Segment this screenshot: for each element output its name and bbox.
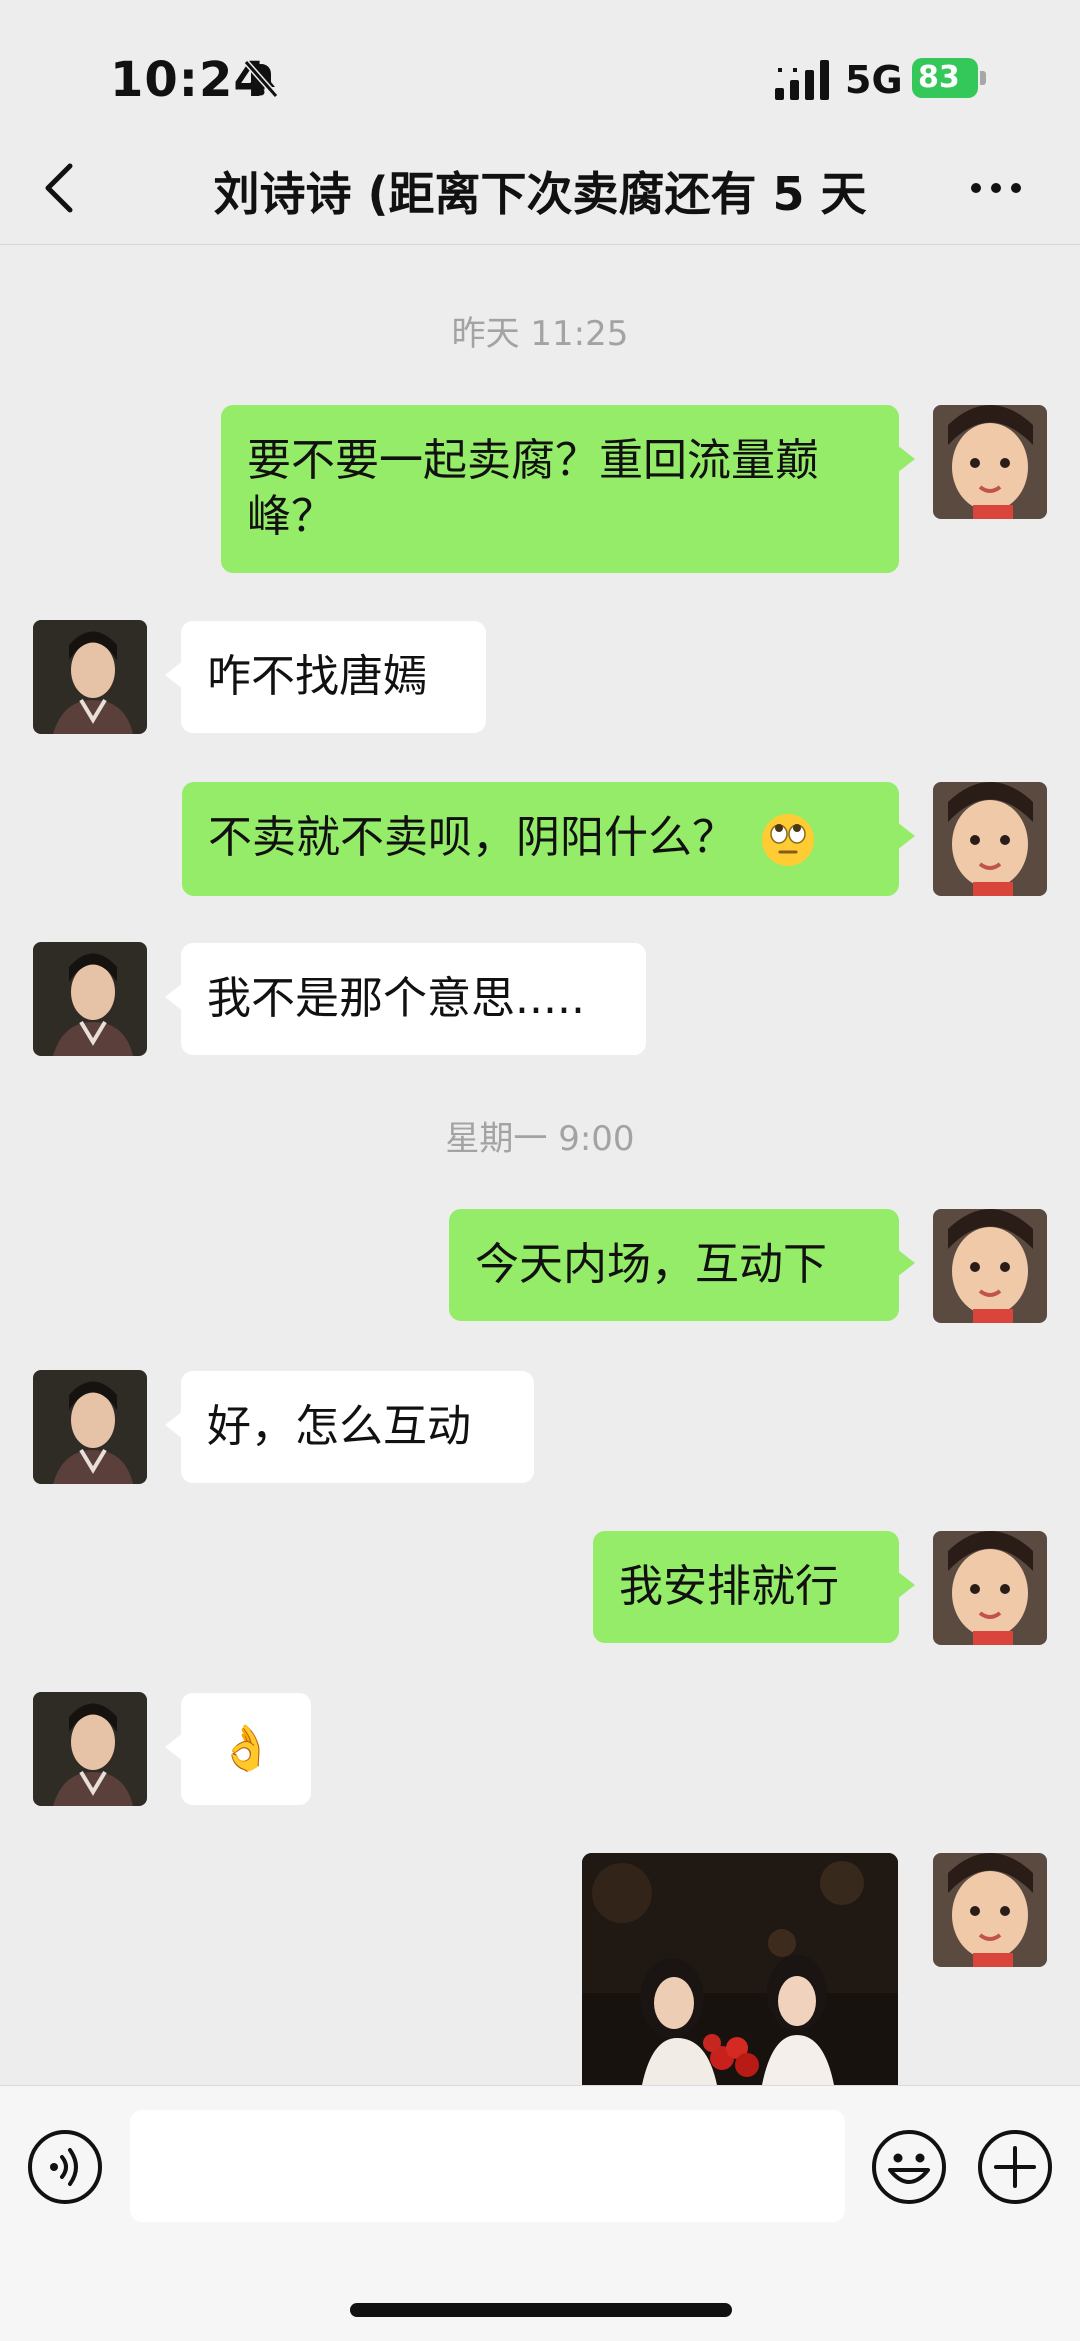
- status-bar: 10:24 5G 83: [0, 0, 1080, 130]
- network-type: 5G: [845, 58, 903, 102]
- avatar-self[interactable]: [933, 1853, 1047, 1967]
- message-image[interactable]: [582, 1853, 898, 2085]
- eye-roll-emoji: [762, 814, 814, 866]
- message-bubble-sent[interactable]: 要不要一起卖腐？重回流量巅峰？: [221, 405, 915, 573]
- avatar-self[interactable]: [933, 782, 1047, 896]
- voice-icon[interactable]: [26, 2128, 104, 2206]
- avatar-contact[interactable]: [33, 620, 147, 734]
- battery-charging-icon: 83: [912, 58, 986, 98]
- chat-header: 刘诗诗 (距离下次卖腐还有 5 天: [0, 130, 1080, 245]
- avatar-contact[interactable]: [33, 1370, 147, 1484]
- ok-hand-emoji: 👌: [218, 1723, 274, 1774]
- message-text: 好，怎么互动: [207, 1401, 471, 1452]
- back-chevron-icon[interactable]: [40, 160, 80, 216]
- message-text: 咋不找唐嫣: [207, 651, 427, 702]
- message-bubble-received[interactable]: 我不是那个意思.....: [165, 943, 646, 1055]
- battery-level: 83: [912, 58, 978, 98]
- message-text: 要不要一起卖腐？重回流量巅峰？: [247, 435, 819, 542]
- chat-title: 刘诗诗 (距离下次卖腐还有 5 天: [213, 167, 867, 221]
- avatar-self[interactable]: [933, 1209, 1047, 1323]
- timestamp: 昨天 11:25: [451, 314, 629, 354]
- message-bubble-received[interactable]: 咋不找唐嫣: [165, 621, 486, 733]
- home-indicator[interactable]: [350, 2303, 732, 2317]
- avatar-contact[interactable]: [33, 1692, 147, 1806]
- avatar-self[interactable]: [933, 1531, 1047, 1645]
- message-bubble-received[interactable]: 👌: [165, 1693, 311, 1805]
- message-text: 今天内场，互动下: [475, 1239, 827, 1290]
- message-text: 不卖就不卖呗，阴阳什么？: [208, 812, 736, 863]
- avatar-contact[interactable]: [33, 942, 147, 1056]
- timestamp: 星期一 9:00: [445, 1119, 635, 1159]
- message-text: 我不是那个意思.....: [207, 973, 585, 1024]
- message-input[interactable]: [130, 2110, 845, 2222]
- message-text: 我安排就行: [619, 1561, 839, 1612]
- message-bubble-sent[interactable]: 我安排就行: [593, 1531, 915, 1643]
- avatar-self[interactable]: [933, 405, 1047, 519]
- more-dots-icon[interactable]: [966, 168, 1026, 208]
- plus-icon[interactable]: [976, 2128, 1054, 2206]
- message-bubble-sent[interactable]: 今天内场，互动下: [449, 1209, 915, 1321]
- signal-icon: [775, 60, 829, 100]
- bell-muted-icon: [243, 60, 279, 98]
- emoji-icon[interactable]: [870, 2128, 948, 2206]
- message-bubble-received[interactable]: 好，怎么互动: [165, 1371, 534, 1483]
- message-bubble-sent[interactable]: 不卖就不卖呗，阴阳什么？: [182, 782, 915, 896]
